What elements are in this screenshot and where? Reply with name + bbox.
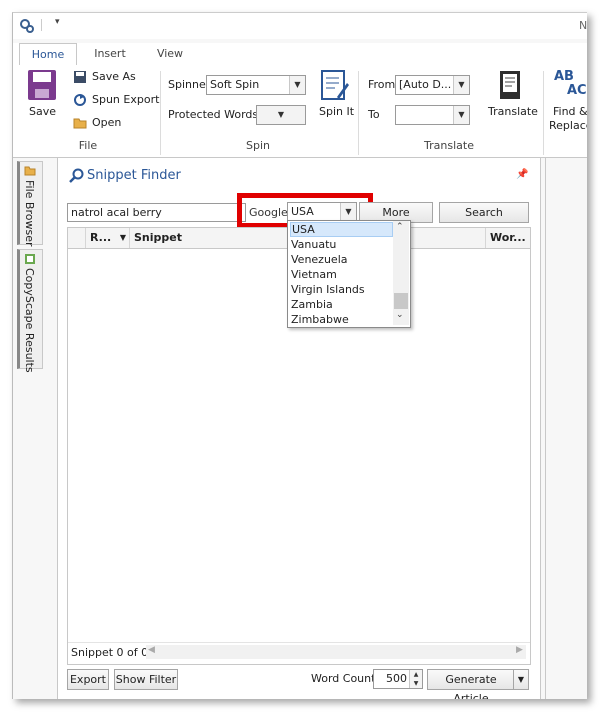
translate-book-icon[interactable] <box>497 69 523 101</box>
from-combo[interactable]: [Auto D... ▼ <box>395 75 470 95</box>
generate-article-button[interactable]: Generate Article <box>427 669 515 699</box>
group-label-spin: Spin <box>246 139 270 152</box>
country-dropdown-list[interactable]: USA Vanuatu Venezuela Vietnam Virgin Isl… <box>287 220 411 328</box>
dropdown-option[interactable]: Vietnam <box>290 267 391 282</box>
save-as-button[interactable]: Save As <box>92 70 136 83</box>
panel-divider <box>545 157 546 699</box>
chevron-up-icon[interactable]: ⌃ <box>396 222 404 232</box>
show-filter-button[interactable]: Show Filter <box>114 669 178 690</box>
group-separator <box>160 71 161 155</box>
ribbon-tabs: Home Insert View <box>13 43 587 66</box>
side-tab-label: CopyScape Results <box>23 268 36 373</box>
spun-export-button[interactable]: Spun Export <box>92 93 159 106</box>
app-window: ▾ N Home Insert View Save Save As Spun E… <box>12 12 587 699</box>
spin-it-button[interactable]: Spin It <box>319 105 354 118</box>
horizontal-scrollbar[interactable] <box>146 645 526 659</box>
title-bar: ▾ N <box>13 13 587 39</box>
scroll-thumb[interactable] <box>394 293 408 309</box>
snippet-status: Snippet 0 of 0 <box>71 646 149 659</box>
save-icon[interactable] <box>27 69 57 101</box>
protected-words-label: Protected Words <box>168 108 259 121</box>
export-button[interactable]: Export <box>67 669 109 690</box>
side-tab-copyscape-results[interactable]: CopyScape Results <box>17 249 43 373</box>
search-icon <box>69 168 84 183</box>
find-label[interactable]: Find & <box>553 105 587 118</box>
word-count-value: 500 <box>386 672 407 685</box>
pin-icon[interactable]: 📌 <box>516 169 528 180</box>
title-separator <box>41 19 42 31</box>
dropdown-option[interactable]: Zimbabwe <box>290 312 391 327</box>
chevron-down-icon[interactable]: ⌄ <box>396 310 404 320</box>
spinner-label: Spinner <box>168 78 211 91</box>
search-input[interactable]: natrol acal berry <box>67 203 246 222</box>
country-select[interactable]: USA ▼ <box>287 202 357 221</box>
find-replace-icon[interactable]: AB <box>554 69 574 84</box>
chevron-down-icon[interactable]: ▼ <box>453 76 469 94</box>
panel-title: Snippet Finder <box>87 168 181 183</box>
column-rank[interactable]: R... ▼ <box>86 228 130 248</box>
column-select[interactable] <box>68 228 86 248</box>
scroll-left-icon[interactable]: ◀ <box>148 645 155 655</box>
search-input-value: natrol acal berry <box>71 206 162 219</box>
copyscape-icon <box>25 254 35 264</box>
dropdown-option[interactable]: Virgin Islands <box>290 282 391 297</box>
spinner-value: Soft Spin <box>210 78 260 91</box>
search-button[interactable]: Search <box>439 202 529 223</box>
side-tab-label: File Browser <box>23 180 36 247</box>
spinner-combo[interactable]: Soft Spin ▼ <box>206 75 306 95</box>
dropdown-option[interactable]: Vanuatu <box>290 237 391 252</box>
tab-home[interactable]: Home <box>19 43 77 66</box>
dropdown-option[interactable]: USA <box>290 222 393 237</box>
dropdown-option[interactable]: Zambia <box>290 297 391 312</box>
group-separator <box>358 71 359 155</box>
find-replace-icon-text: AC <box>567 83 587 98</box>
word-count-stepper[interactable]: 500 ▲ ▼ <box>373 669 423 689</box>
word-count-label: Word Count <box>311 672 376 685</box>
tab-insert[interactable]: Insert <box>83 43 137 64</box>
dropdown-option[interactable]: Venezuela <box>290 252 391 267</box>
open-button[interactable]: Open <box>92 116 121 129</box>
from-value: [Auto D... <box>399 78 452 91</box>
to-combo[interactable]: ▼ <box>395 105 470 125</box>
spin-it-icon[interactable] <box>319 69 349 101</box>
chevron-down-icon[interactable]: ▼ <box>257 106 305 124</box>
tab-view[interactable]: View <box>145 43 195 64</box>
group-label-file: File <box>78 139 98 152</box>
engine-label: Google <box>249 206 288 219</box>
column-word[interactable]: Wor... <box>486 228 530 248</box>
group-separator <box>543 71 544 155</box>
file-browser-icon <box>24 166 36 176</box>
generate-dropdown-icon[interactable]: ▼ <box>513 669 529 690</box>
sort-down-icon[interactable]: ▼ <box>120 228 126 248</box>
save-as-icon <box>74 71 86 83</box>
to-label: To <box>368 108 380 121</box>
save-button[interactable]: Save <box>29 105 56 118</box>
quick-access-dropdown-icon[interactable]: ▾ <box>55 17 60 27</box>
country-value: USA <box>291 205 314 218</box>
open-folder-icon <box>73 118 87 129</box>
side-tab-file-browser[interactable]: File Browser <box>17 161 43 247</box>
replace-label[interactable]: Replace <box>549 119 587 132</box>
chevron-down-icon[interactable]: ▼ <box>289 76 305 94</box>
chevron-down-icon[interactable]: ▼ <box>340 203 356 220</box>
protected-words-combo[interactable]: ▼ <box>256 105 306 125</box>
chevron-down-icon[interactable]: ▼ <box>453 106 469 124</box>
app-gear-icon[interactable] <box>19 18 35 34</box>
from-label: From <box>368 78 396 91</box>
column-rank-label: R... <box>90 231 112 244</box>
dropdown-scrollbar[interactable]: ⌃ ⌄ <box>393 221 409 325</box>
scroll-right-icon[interactable]: ▶ <box>516 645 523 655</box>
window-title: N <box>579 19 587 32</box>
translate-button[interactable]: Translate <box>488 105 538 118</box>
stepper-arrows-icon[interactable]: ▲ ▼ <box>409 670 422 688</box>
group-label-translate: Translate <box>424 139 474 152</box>
spun-export-icon <box>74 94 86 106</box>
